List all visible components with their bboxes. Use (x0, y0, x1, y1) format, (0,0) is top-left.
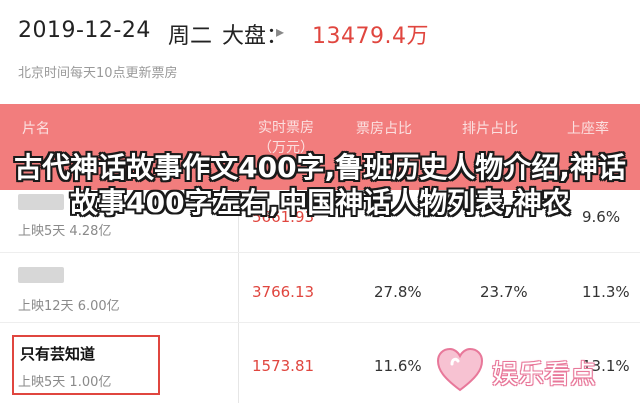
column-divider (238, 253, 239, 323)
box-office-value: 3766.13 (252, 283, 315, 301)
overlay-caption: 古代神话故事作文400字,鲁班历史人物介绍,神话故事400字左右,中国神话人物列… (14, 151, 626, 219)
release-info: 上映5天 4.28亿 (18, 224, 112, 239)
summary-date[interactable]: 2019-12-24 (18, 18, 151, 43)
release-info: 上映5天 1.00亿 (18, 375, 112, 390)
column-divider (238, 323, 239, 403)
update-note: 北京时间每天10点更新票房 (18, 66, 178, 81)
header-name: 片名 (22, 121, 50, 137)
header-seat-rate[interactable]: 上座率 (567, 118, 609, 138)
show-share-value: 23.7% (480, 283, 528, 301)
movie-name: 只有芸知道 (20, 345, 96, 363)
box-share-value: 27.8% (374, 283, 422, 301)
watermark-text: 娱乐看点 (492, 360, 597, 390)
summary-bar: 2019-12-24 周二 大盘： ▸ 13479.4万 北京时间每天10点更新… (0, 0, 640, 98)
chevron-right-icon[interactable]: ▸ (276, 22, 284, 41)
box-office-value: 1573.81 (252, 357, 315, 375)
watermark: 娱乐看点 (432, 340, 640, 402)
blurred-movie-name (18, 267, 64, 283)
box-share-value: 11.6% (374, 357, 422, 375)
header-show-share[interactable]: 排片占比 (462, 118, 518, 138)
header-box-share[interactable]: 票房占比 (356, 118, 412, 138)
release-info: 上映12天 6.00亿 (18, 299, 120, 314)
total-box-office: 13479.4万 (312, 24, 429, 49)
summary-weekday: 周二 (168, 24, 213, 49)
seat-rate-value: 11.3% (582, 283, 630, 301)
table-row[interactable]: 上映12天 6.00亿 3766.13 27.8% 23.7% 11.3% (0, 252, 640, 323)
heart-logo-icon (436, 347, 484, 392)
